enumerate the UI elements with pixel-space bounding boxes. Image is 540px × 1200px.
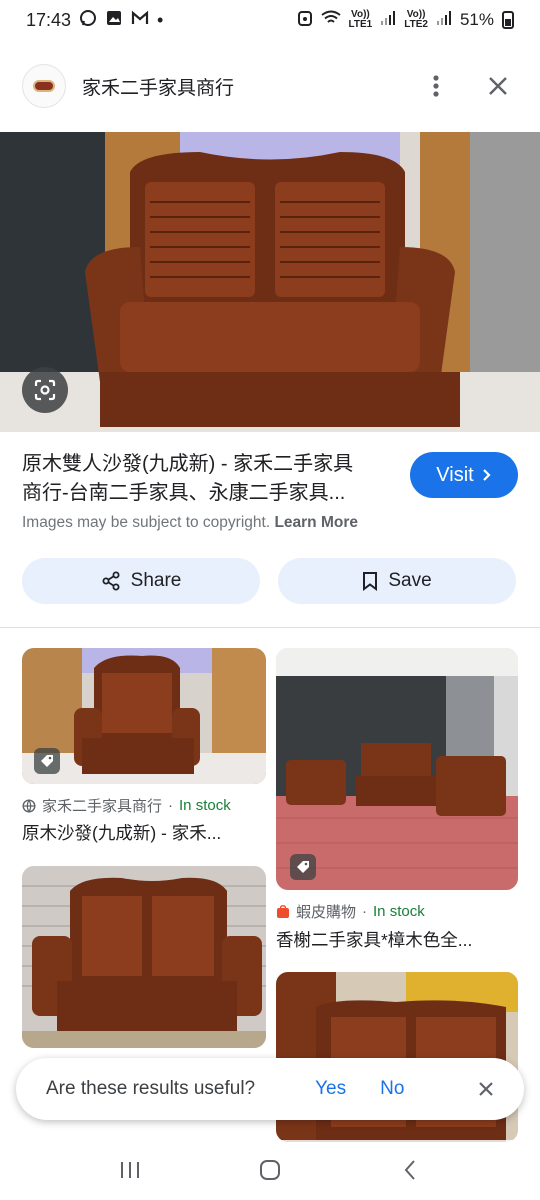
result-title-line1: 原木雙人沙發(九成新) - 家禾二手家具: [22, 453, 354, 475]
card-source-name: 家禾二手家具商行: [42, 798, 163, 815]
result-title-line2: 商行-台南二手家具、永康二手家具...: [22, 482, 346, 504]
feedback-close-button[interactable]: [478, 1081, 494, 1097]
divider: [0, 627, 540, 628]
result-card-image[interactable]: [276, 648, 518, 890]
more-vert-icon: [433, 75, 439, 97]
home-icon: [260, 1160, 280, 1180]
copyright-text: Images may be subject to copyright.: [22, 514, 271, 531]
more-options-button[interactable]: [416, 66, 456, 106]
back-icon: [404, 1160, 415, 1180]
lens-icon: [34, 379, 56, 401]
battery-level: 51%: [459, 10, 494, 29]
share-button[interactable]: Share: [22, 558, 260, 604]
site-logo[interactable]: [22, 64, 66, 108]
recent-apps-button[interactable]: [100, 1145, 160, 1195]
visit-button[interactable]: Visit: [410, 452, 518, 498]
status-bar: 17:43 • Vo)) LTE1 Vo)) LTE2 51%: [0, 0, 540, 40]
close-button[interactable]: [478, 66, 518, 106]
shopee-icon: [277, 904, 289, 918]
card-title[interactable]: 原木沙發(九成新) - 家禾...: [22, 820, 221, 845]
home-button[interactable]: [240, 1145, 300, 1195]
card-source: 蝦皮購物 · In stock: [276, 901, 425, 922]
lens-button[interactable]: [22, 367, 68, 413]
visit-label: Visit: [436, 463, 474, 486]
save-label: Save: [388, 570, 432, 591]
tag-icon: [34, 748, 60, 774]
card-separator: ·: [362, 903, 368, 920]
signal1-icon: [380, 10, 396, 31]
learn-more-link[interactable]: Learn More: [274, 514, 358, 531]
result-card-image[interactable]: [22, 648, 266, 784]
gmail-icon: [131, 10, 149, 31]
alarm-icon: [297, 9, 313, 32]
save-button[interactable]: Save: [278, 558, 516, 604]
volte1-indicator: Vo)) LTE1: [349, 10, 373, 30]
globe-icon: [22, 798, 36, 813]
card-separator: ·: [168, 797, 174, 814]
copyright-notice: Images may be subject to copyright. Lear…: [22, 514, 358, 532]
gallery-icon: [105, 9, 123, 32]
stock-status: In stock: [373, 903, 425, 920]
feedback-popup: Are these results useful? Yes No: [16, 1058, 524, 1120]
close-icon: [489, 77, 507, 95]
stock-status: In stock: [179, 797, 231, 814]
close-icon: [479, 1082, 493, 1096]
share-label: Share: [130, 570, 182, 591]
system-nav-bar: [0, 1140, 540, 1200]
chevron-right-icon: [482, 469, 491, 481]
whatsapp-icon: [79, 9, 97, 32]
volte2-bottom: LTE2: [404, 19, 428, 30]
card-source-name: 蝦皮購物: [296, 904, 357, 921]
share-icon: [102, 571, 120, 591]
card-title[interactable]: 香榭二手家具*樟木色全...: [276, 927, 472, 952]
signal2-icon: [436, 10, 452, 31]
volte1-bottom: LTE1: [348, 19, 373, 30]
feedback-no-button[interactable]: No: [380, 1078, 404, 1100]
clock: 17:43: [26, 9, 72, 30]
battery-icon: [502, 11, 514, 29]
bookmark-icon: [363, 572, 378, 591]
site-name[interactable]: 家禾二手家具商行: [82, 73, 234, 100]
result-card-image[interactable]: [22, 866, 266, 1048]
notification-dot: •: [157, 9, 164, 30]
recent-apps-icon: [121, 1162, 139, 1178]
feedback-yes-button[interactable]: Yes: [315, 1078, 346, 1100]
volte2-indicator: Vo)) LTE2: [404, 10, 428, 30]
feedback-question: Are these results useful?: [46, 1078, 256, 1099]
result-title[interactable]: 原木雙人沙發(九成新) - 家禾二手家具 商行-台南二手家具、永康二手家具...: [22, 450, 392, 508]
hero-image[interactable]: [0, 132, 540, 432]
back-button[interactable]: [380, 1145, 440, 1195]
result-header: 家禾二手家具商行: [0, 40, 540, 132]
tag-icon: [290, 854, 316, 880]
card-source: 家禾二手家具商行 · In stock: [22, 795, 231, 816]
wifi-icon: [320, 10, 341, 31]
